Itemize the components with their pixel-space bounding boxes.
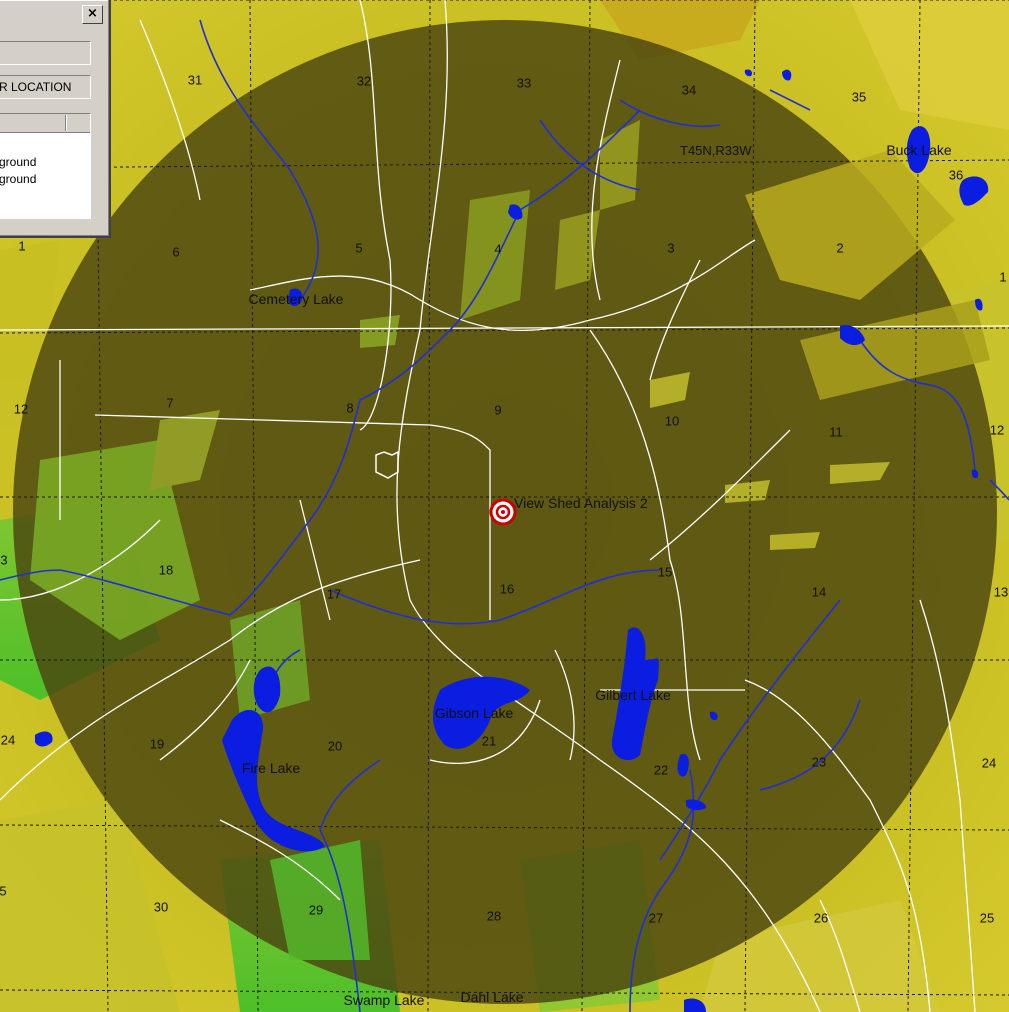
section-label-12-right: 12 [989,422,1005,438]
list-item[interactable]: ground [0,172,36,186]
section-label-33: 33 [516,75,532,91]
section-label-12-left: 12 [13,401,29,417]
section-label-18: 18 [158,562,174,578]
list-item[interactable]: ground [0,155,36,169]
section-label-14: 14 [811,584,827,600]
close-button[interactable]: × [82,5,103,24]
target-marker[interactable] [489,498,517,526]
column-separator[interactable] [65,115,67,131]
section-label-15: 15 [657,564,673,580]
lake-label-cemetery: Cemetery Lake [248,291,344,307]
section-label-25-left: 5 [0,883,7,899]
lake-label-fire: Fire Lake [241,760,301,776]
list-header[interactable] [0,114,90,133]
section-label-36: 36 [948,167,964,183]
section-label-34: 34 [681,82,697,98]
viewshed-map[interactable] [0,0,1009,1012]
section-label-22: 22 [653,762,669,778]
dialog-field-location[interactable]: R LOCATION [0,75,91,99]
viewshed-analysis-label[interactable]: View Shed Analysis 2 [514,496,648,510]
section-label-24-left: 24 [0,732,16,748]
section-label-27: 27 [648,910,664,926]
section-label-13-right: 13 [993,584,1009,600]
section-label-1-right: 1 [999,269,1007,285]
section-label-19: 19 [149,736,165,752]
section-label-35: 35 [851,89,867,105]
dialog-list[interactable]: ground ground [0,113,91,219]
section-label-23: 23 [811,754,827,770]
section-label-11: 11 [829,424,843,440]
section-label-17: 17 [326,586,342,602]
lake-label-buck: Buck Lake [886,142,952,158]
township-range-label: T45N,R33W [680,143,752,158]
section-label-1-left: 1 [18,238,26,254]
section-label-31: 31 [187,72,203,88]
section-label-13-left: 3 [0,552,8,568]
section-label-3: 3 [667,240,675,256]
section-label-25: 25 [979,910,995,926]
section-label-7: 7 [166,395,174,411]
section-label-10: 10 [664,413,680,429]
section-label-21: 21 [481,733,497,749]
lake-label-swamp: Swamp Lake [343,992,425,1008]
close-icon: × [87,6,98,21]
section-label-32: 32 [356,73,372,89]
dialog-field-name[interactable] [0,41,91,65]
section-label-6: 6 [172,244,180,260]
section-label-29: 29 [308,902,324,918]
section-label-9: 9 [494,402,502,418]
section-label-26: 26 [813,910,829,926]
section-label-4: 4 [494,241,502,257]
lake-label-dahl: Dahl Lake [460,989,524,1005]
section-label-30: 30 [153,899,169,915]
section-label-24-right: 24 [981,755,997,771]
lake-label-gibson: Gibson Lake [434,705,514,721]
section-label-28: 28 [486,908,502,924]
section-label-2: 2 [836,240,844,256]
section-label-8: 8 [346,400,354,416]
section-label-16: 16 [499,581,515,597]
section-label-5: 5 [355,240,363,256]
analysis-dialog: × R LOCATION ground ground [0,0,111,238]
lake-label-gilbert: Gilbert Lake [595,687,671,703]
section-label-20: 20 [327,738,343,754]
